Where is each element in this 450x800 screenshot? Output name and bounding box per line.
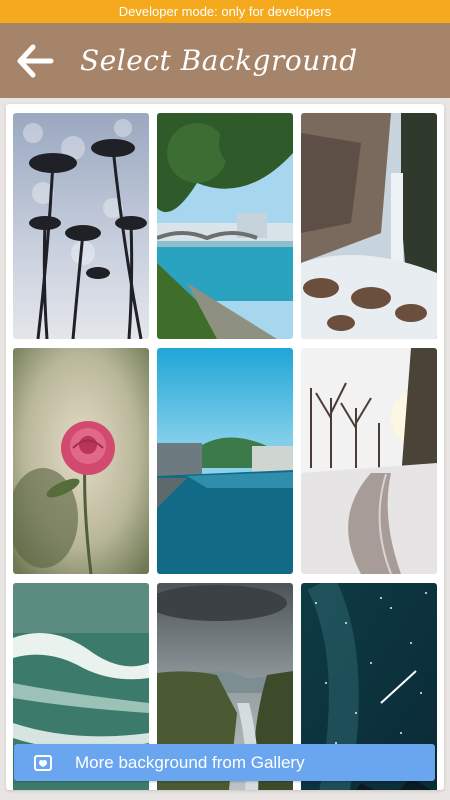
gallery-button-label: More background from Gallery [75,752,305,772]
back-button[interactable] [0,23,70,98]
blue-canal-image [157,348,293,574]
river-bridge-image [157,113,293,339]
waterfall-image [301,113,437,339]
background-thumb-pink-rose[interactable] [13,348,149,574]
page-title: Select Background [80,44,358,77]
pink-rose-image [13,348,149,574]
arrow-left-icon [17,44,54,77]
background-thumb-snowy-road[interactable] [301,348,437,574]
palm-trees-image [13,113,149,339]
developer-mode-banner: Developer mode: only for developers [0,0,450,23]
snowy-road-image [301,348,437,574]
image-frame-icon [14,744,72,781]
background-thumb-waterfall[interactable] [301,113,437,339]
developer-mode-text: Developer mode: only for developers [118,4,332,19]
background-thumb-palm-trees[interactable] [13,113,149,339]
app-bar: Select Background [0,23,450,98]
background-grid [13,113,437,790]
background-thumb-blue-canal[interactable] [157,348,293,574]
background-picker-card [6,104,444,790]
more-background-gallery-button[interactable]: More background from Gallery [14,744,435,781]
background-thumb-river-bridge[interactable] [157,113,293,339]
